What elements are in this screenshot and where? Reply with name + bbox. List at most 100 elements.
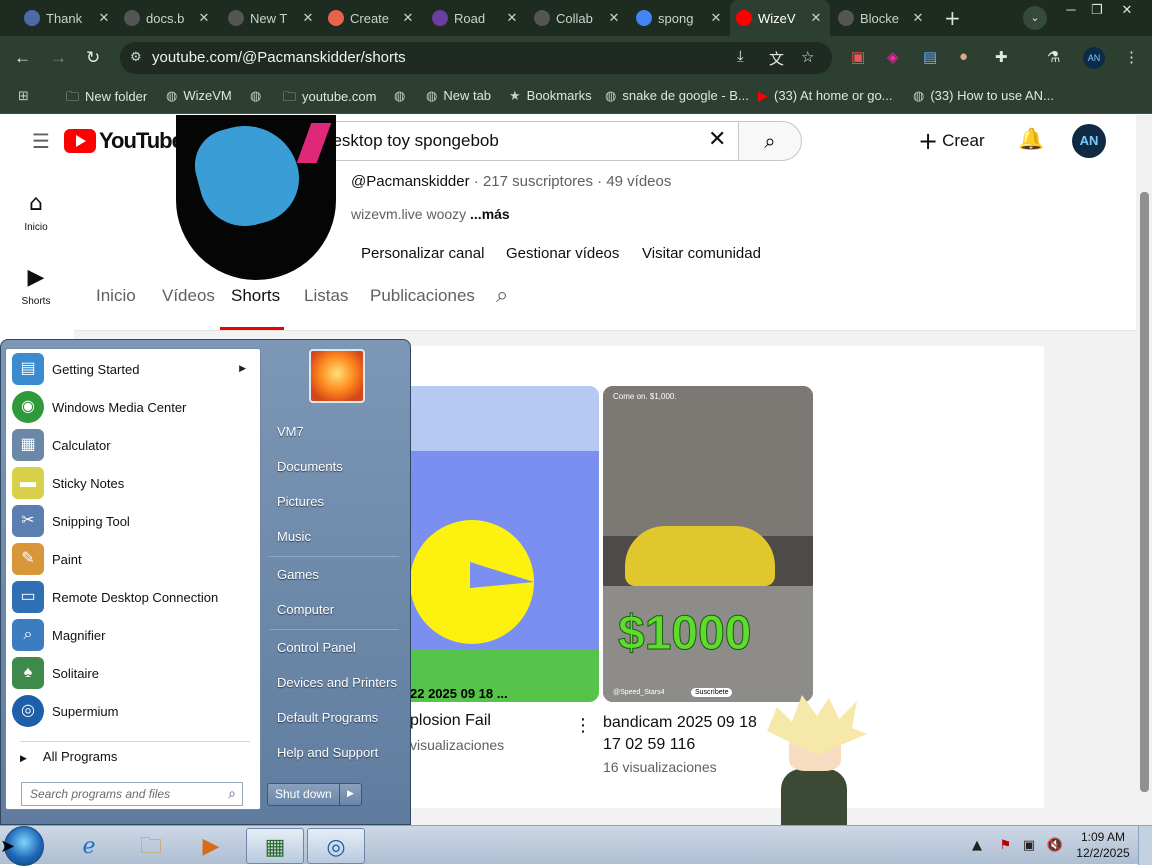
tab-videos[interactable]: Vídeos [162, 286, 215, 306]
bookmark-globe[interactable]: ◍ [250, 88, 267, 104]
close-tab-icon[interactable]: ✕ [708, 10, 724, 26]
more-actions-icon[interactable]: ⋮ [574, 715, 592, 736]
file-explorer-icon[interactable]: 🗀 [122, 828, 180, 864]
bookmark-new-folder[interactable]: 🗀 New folder [66, 88, 147, 110]
volume-muted-icon[interactable]: 🔇 [1047, 838, 1063, 853]
bookmark-at-home[interactable]: ▶ (33) At home or go... [758, 88, 893, 104]
browser-tab[interactable]: docs.b ✕ [118, 0, 218, 36]
close-tab-icon[interactable]: ✕ [606, 10, 622, 26]
close-tab-icon[interactable]: ✕ [300, 10, 316, 26]
search-input[interactable]: desktop toy spongebob [306, 121, 740, 161]
labs-flask-icon[interactable]: ⚗ [1047, 48, 1060, 66]
short-thumbnail-2[interactable]: Come on. $1,000. $1000 @Speed_Stars4 Sus… [603, 386, 813, 702]
show-desktop-button[interactable] [1138, 826, 1152, 865]
clock[interactable]: 1:09 AM 12/2/2025 [1072, 829, 1134, 861]
scrollbar-thumb[interactable] [1140, 192, 1149, 792]
clear-search-icon[interactable]: ✕ [708, 127, 726, 152]
link-control-panel[interactable]: Control Panel [277, 640, 356, 655]
action-center-icon[interactable]: ⚑ [1000, 838, 1012, 853]
link-documents[interactable]: Documents [277, 459, 343, 474]
search-button[interactable]: ⌕ [738, 121, 802, 161]
guide-item-inicio[interactable]: ⌂ Inicio [0, 191, 72, 233]
channel-search-icon[interactable]: ⌕ [496, 283, 508, 308]
close-tab-icon[interactable]: ✕ [808, 10, 824, 26]
bookmark-wizevm[interactable]: ◍ WizeVM [166, 88, 232, 104]
close-window-button[interactable]: ✕ [1112, 0, 1142, 20]
program-supermium[interactable]: ◎ Supermium [12, 693, 252, 729]
site-info-icon[interactable]: ⚙ [130, 42, 142, 74]
close-tab-icon[interactable]: ✕ [910, 10, 926, 26]
menu-kebab-icon[interactable]: ⋮ [1124, 48, 1139, 66]
extension-cat-icon[interactable]: ● [959, 48, 968, 65]
bookmark-snake[interactable]: ◍ snake de google - B... [605, 88, 749, 104]
link-vm7[interactable]: VM7 [277, 424, 304, 439]
link-music[interactable]: Music [277, 529, 311, 544]
program-magnifier[interactable]: ⌕ Magnifier [12, 617, 252, 653]
channel-avatar[interactable] [176, 115, 336, 280]
internet-explorer-icon[interactable]: ℯ [60, 828, 118, 864]
guide-item-shorts[interactable]: ▶ Shorts [0, 265, 72, 307]
program-getting-started[interactable]: ▤ Getting Started ▶ [12, 351, 252, 387]
link-default-programs[interactable]: Default Programs [277, 710, 378, 725]
browser-tab[interactable]: Road ✕ [426, 0, 526, 36]
tab-search-button[interactable]: ⌄ [1023, 6, 1047, 30]
create-button[interactable]: + Crear [918, 127, 985, 155]
browser-tab[interactable]: Thank ✕ [18, 0, 118, 36]
extensions-puzzle-icon[interactable]: ✚ [995, 48, 1008, 66]
apps-grid-icon[interactable]: ⊞ [18, 88, 35, 104]
browser-tab[interactable]: New T ✕ [222, 0, 322, 36]
profile-avatar[interactable]: AN [1083, 47, 1105, 69]
program-snipping-tool[interactable]: ✂ Snipping Tool [12, 503, 252, 539]
hamburger-menu-icon[interactable]: ☰ [32, 129, 50, 153]
media-player-icon[interactable]: ▶ [182, 828, 240, 864]
task-manager-icon[interactable]: ▦ [246, 828, 304, 864]
start-search-input[interactable]: Search programs and files ⌕ [21, 782, 243, 806]
link-devices-printers[interactable]: Devices and Printers [277, 675, 397, 690]
short-thumbnail-1[interactable]: 22 2025 09 18 ... [410, 386, 599, 702]
forward-icon[interactable]: → [50, 48, 67, 68]
short-1-title[interactable]: plosion Fail [410, 712, 491, 730]
bookmark-how-to[interactable]: ◍ (33) How to use AN... [913, 88, 1054, 104]
program-solitaire[interactable]: ♠ Solitaire [12, 655, 252, 691]
supermium-taskbar-icon[interactable]: ◎ [307, 828, 365, 864]
program-paint[interactable]: ✎ Paint [12, 541, 252, 577]
notifications-bell-icon[interactable]: 🔔 [1018, 127, 1044, 152]
link-pictures[interactable]: Pictures [277, 494, 324, 509]
extension-screen-icon[interactable]: ▤ [923, 48, 937, 66]
network-icon[interactable]: ▣ [1023, 838, 1035, 853]
link-help-support[interactable]: Help and Support [277, 745, 378, 760]
close-tab-icon[interactable]: ✕ [504, 10, 520, 26]
bookmark-globe-2[interactable]: ◍ [394, 88, 411, 104]
link-computer[interactable]: Computer [277, 602, 334, 617]
youtube-logo[interactable]: YouTube [64, 128, 184, 154]
close-tab-icon[interactable]: ✕ [96, 10, 112, 26]
install-app-icon[interactable]: ⤓ [737, 48, 744, 65]
manage-videos-button[interactable]: Gestionar vídeos [506, 245, 619, 262]
browser-tab[interactable]: Collab ✕ [528, 0, 628, 36]
tab-inicio[interactable]: Inicio [96, 286, 136, 306]
extension-youtube-icon[interactable]: ▣ [851, 48, 865, 66]
browser-tab[interactable]: WizeV ✕ [730, 0, 830, 36]
back-icon[interactable]: ← [14, 48, 31, 68]
close-tab-icon[interactable]: ✕ [196, 10, 212, 26]
channel-description[interactable]: wizevm.live woozy ...más [351, 206, 510, 222]
tab-publicaciones[interactable]: Publicaciones [370, 286, 475, 306]
translate-icon[interactable]: 文 [769, 48, 784, 69]
link-games[interactable]: Games [277, 567, 319, 582]
bookmark-bookmarks[interactable]: ★ Bookmarks [509, 88, 592, 104]
desktop-toy-character[interactable] [767, 695, 867, 825]
tab-listas[interactable]: Listas [304, 286, 348, 306]
all-programs-button[interactable]: ▶ All Programs [20, 749, 117, 764]
address-bar[interactable]: ⚙ youtube.com/@Pacmanskidder/shorts [120, 42, 832, 74]
visit-community-button[interactable]: Visitar comunidad [642, 245, 761, 262]
bookmark-youtube-folder[interactable]: 🗀 youtube.com [283, 88, 376, 110]
tray-expand-icon[interactable]: ▲ [972, 838, 982, 853]
close-tab-icon[interactable]: ✕ [400, 10, 416, 26]
program-sticky-notes[interactable]: ▬ Sticky Notes [12, 465, 252, 501]
browser-tab[interactable]: spong ✕ [630, 0, 730, 36]
bookmark-new-tab[interactable]: ◍ New tab [426, 88, 491, 104]
shutdown-button[interactable]: Shut down ▶ [267, 783, 362, 806]
tab-shorts[interactable]: Shorts [231, 286, 280, 306]
program-windows-media-center[interactable]: ◉ Windows Media Center [12, 389, 252, 425]
browser-tab[interactable]: Blocke ✕ [832, 0, 932, 36]
